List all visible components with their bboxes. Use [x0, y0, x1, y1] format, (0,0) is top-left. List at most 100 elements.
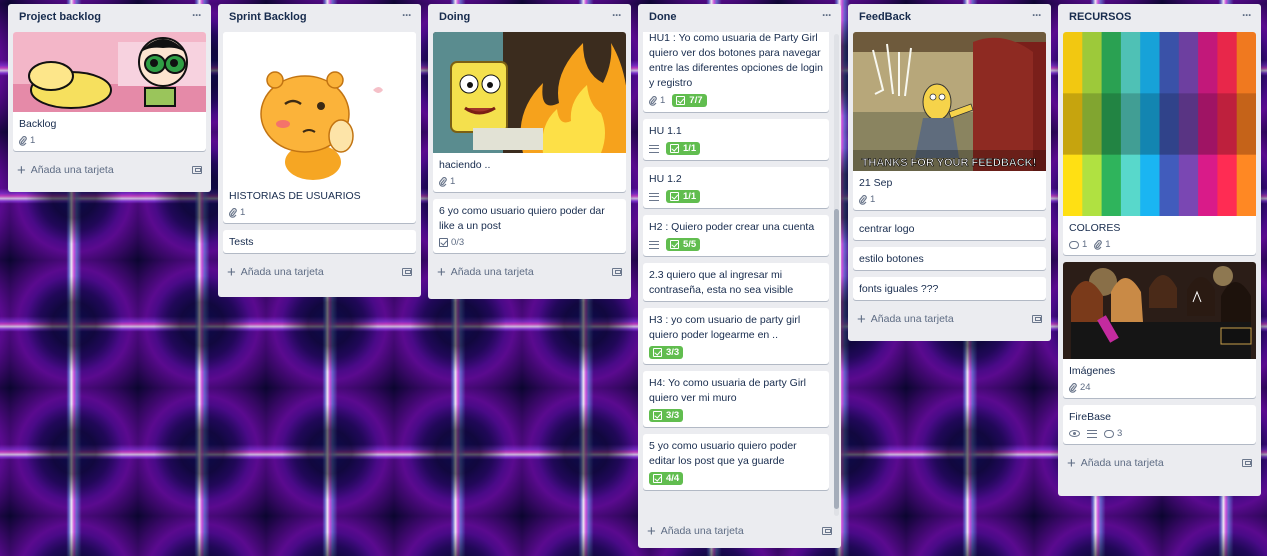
- checklist-count: 1/1: [683, 191, 697, 202]
- list-header[interactable]: Doing ···: [428, 4, 631, 32]
- watch-eye-icon: [1069, 430, 1080, 437]
- card-badges: 5/5: [643, 238, 829, 256]
- card-template-icon[interactable]: [1032, 315, 1042, 323]
- attachment-count: 1: [660, 95, 666, 106]
- card-firebase[interactable]: FireBase 3: [1063, 405, 1256, 444]
- list-header[interactable]: FeedBack ···: [848, 4, 1051, 32]
- palette-swatch: [1101, 154, 1122, 216]
- card-hu-1-2[interactable]: HU 1.2 1/1: [643, 167, 829, 208]
- palette-swatch: [1063, 32, 1083, 94]
- add-card-button[interactable]: + Añada una tarjeta: [223, 260, 416, 284]
- list-done: Done ··· HU1 : Yo como usuaria de Party …: [638, 4, 841, 548]
- card-template-icon[interactable]: [1242, 459, 1252, 467]
- plus-icon: +: [1067, 454, 1076, 472]
- card-template-icon[interactable]: [402, 268, 412, 276]
- card-21-sep[interactable]: THANKS FOR YOUR FEEDBACK! 21 Sep 1: [853, 32, 1046, 210]
- list-title[interactable]: RECURSOS: [1069, 11, 1131, 32]
- card-historias-de-usuarios[interactable]: HISTORIAS DE USUARIOS 1: [223, 32, 416, 223]
- paperclip-icon: [439, 176, 447, 187]
- card-badges: 1: [223, 207, 416, 223]
- attachment-badge: 24: [1069, 382, 1091, 393]
- card-backlog[interactable]: Backlog 1: [13, 32, 206, 151]
- checklist-count: 3/3: [666, 347, 680, 358]
- palette-swatch: [1120, 93, 1141, 156]
- add-card-button[interactable]: + Añada una tarjeta: [13, 158, 206, 182]
- card-title: 6 yo como usuario quiero poder dar like …: [439, 205, 605, 232]
- attachment-badge: 1: [649, 95, 665, 106]
- card-estilo-botones[interactable]: estilo botones: [853, 247, 1046, 270]
- list-title[interactable]: Done: [649, 11, 677, 32]
- card-hu1[interactable]: HU1 : Yo como usuaria de Party Girl quie…: [643, 32, 829, 112]
- list-title[interactable]: FeedBack: [859, 11, 911, 32]
- card-hu-1-1[interactable]: HU 1.1 1/1: [643, 119, 829, 160]
- palette-swatch: [1082, 154, 1103, 216]
- palette-swatch: [1082, 32, 1103, 94]
- list-menu-icon[interactable]: ···: [192, 8, 202, 32]
- description-icon: [649, 144, 659, 153]
- add-card-button[interactable]: + Añada una tarjeta: [433, 260, 626, 284]
- attachment-count: 1: [30, 135, 36, 146]
- checklist-badge: 3/3: [649, 346, 684, 359]
- card-h4[interactable]: H4: Yo como usuaria de party Girl quiero…: [643, 371, 829, 427]
- checkbox-icon: [439, 238, 448, 247]
- list-menu-icon[interactable]: ···: [612, 8, 622, 32]
- checkbox-icon: [653, 411, 662, 420]
- add-card-button[interactable]: + Añada una tarjeta: [1063, 451, 1256, 475]
- add-card-label: Añada una tarjeta: [30, 164, 114, 176]
- card-h3[interactable]: H3 : yo com usuario de party girl quiero…: [643, 308, 829, 364]
- card-centrar-logo[interactable]: centrar logo: [853, 217, 1046, 240]
- card-5-editar-post[interactable]: 5 yo como usuario quiero poder editar lo…: [643, 434, 829, 490]
- palette-swatch: [1159, 154, 1180, 216]
- card-fonts-iguales[interactable]: fonts iguales ???: [853, 277, 1046, 300]
- checklist-badge: 1/1: [666, 142, 701, 155]
- card-like-post[interactable]: 6 yo como usuario quiero poder dar like …: [433, 199, 626, 253]
- palette-swatch: [1236, 32, 1256, 94]
- checklist-badge: 0/3: [439, 237, 464, 248]
- card-badges: 0/3: [433, 237, 626, 253]
- comment-count: 1: [1082, 239, 1088, 250]
- attachment-count: 24: [1080, 382, 1091, 393]
- card-badges: 3: [1063, 428, 1256, 444]
- card-title: H3 : yo com usuario de party girl quiero…: [649, 314, 801, 341]
- card-imagenes[interactable]: Imágenes 24: [1063, 262, 1256, 398]
- card-template-icon[interactable]: [192, 166, 202, 174]
- palette-swatch: [1120, 154, 1141, 216]
- list-scrollbar-thumb[interactable]: [834, 209, 839, 509]
- card-badges: 1: [13, 135, 206, 151]
- paperclip-icon: [1069, 382, 1077, 393]
- list-menu-icon[interactable]: ···: [822, 8, 832, 32]
- list-project-backlog: Project backlog ··· Backlog 1 + Añada un…: [8, 4, 211, 192]
- card-title: Imágenes: [1069, 365, 1116, 377]
- attachment-count: 1: [870, 194, 876, 205]
- card-title: centrar logo: [859, 223, 915, 235]
- card-haciendo[interactable]: haciendo .. 1: [433, 32, 626, 192]
- card-template-icon[interactable]: [822, 527, 832, 535]
- list-menu-icon[interactable]: ···: [1032, 8, 1042, 32]
- list-menu-icon[interactable]: ···: [1242, 8, 1252, 32]
- card-tests[interactable]: Tests: [223, 230, 416, 253]
- checklist-badge: 7/7: [672, 94, 707, 107]
- card-title: HU1 : Yo como usuaria de Party Girl quie…: [649, 32, 823, 89]
- card-h2[interactable]: H2 : Quiero poder crear una cuenta 5/5: [643, 215, 829, 256]
- checklist-count: 4/4: [666, 473, 680, 484]
- list-menu-icon[interactable]: ···: [402, 8, 412, 32]
- list-header[interactable]: RECURSOS ···: [1058, 4, 1261, 32]
- list-header[interactable]: Sprint Backlog ···: [218, 4, 421, 32]
- checklist-badge: 3/3: [649, 409, 684, 422]
- card-colores[interactable]: COLORES 1 1: [1063, 32, 1256, 255]
- checklist-badge: 5/5: [666, 238, 701, 251]
- list-title[interactable]: Doing: [439, 11, 470, 32]
- palette-swatch: [1101, 93, 1122, 156]
- list-header[interactable]: Done ···: [638, 4, 841, 32]
- list-header[interactable]: Project backlog ···: [8, 4, 211, 32]
- list-title[interactable]: Project backlog: [19, 11, 101, 32]
- attachment-badge: 1: [1094, 239, 1111, 250]
- comment-icon: [1069, 240, 1079, 249]
- plus-icon: +: [437, 263, 446, 281]
- add-card-button[interactable]: + Añada una tarjeta: [643, 519, 836, 543]
- card-template-icon[interactable]: [612, 268, 622, 276]
- list-title[interactable]: Sprint Backlog: [229, 11, 307, 32]
- add-card-button[interactable]: + Añada una tarjeta: [853, 307, 1046, 331]
- card-badges: 24: [1063, 382, 1256, 398]
- card-2-3[interactable]: 2.3 quiero que al ingresar mi contraseña…: [643, 263, 829, 301]
